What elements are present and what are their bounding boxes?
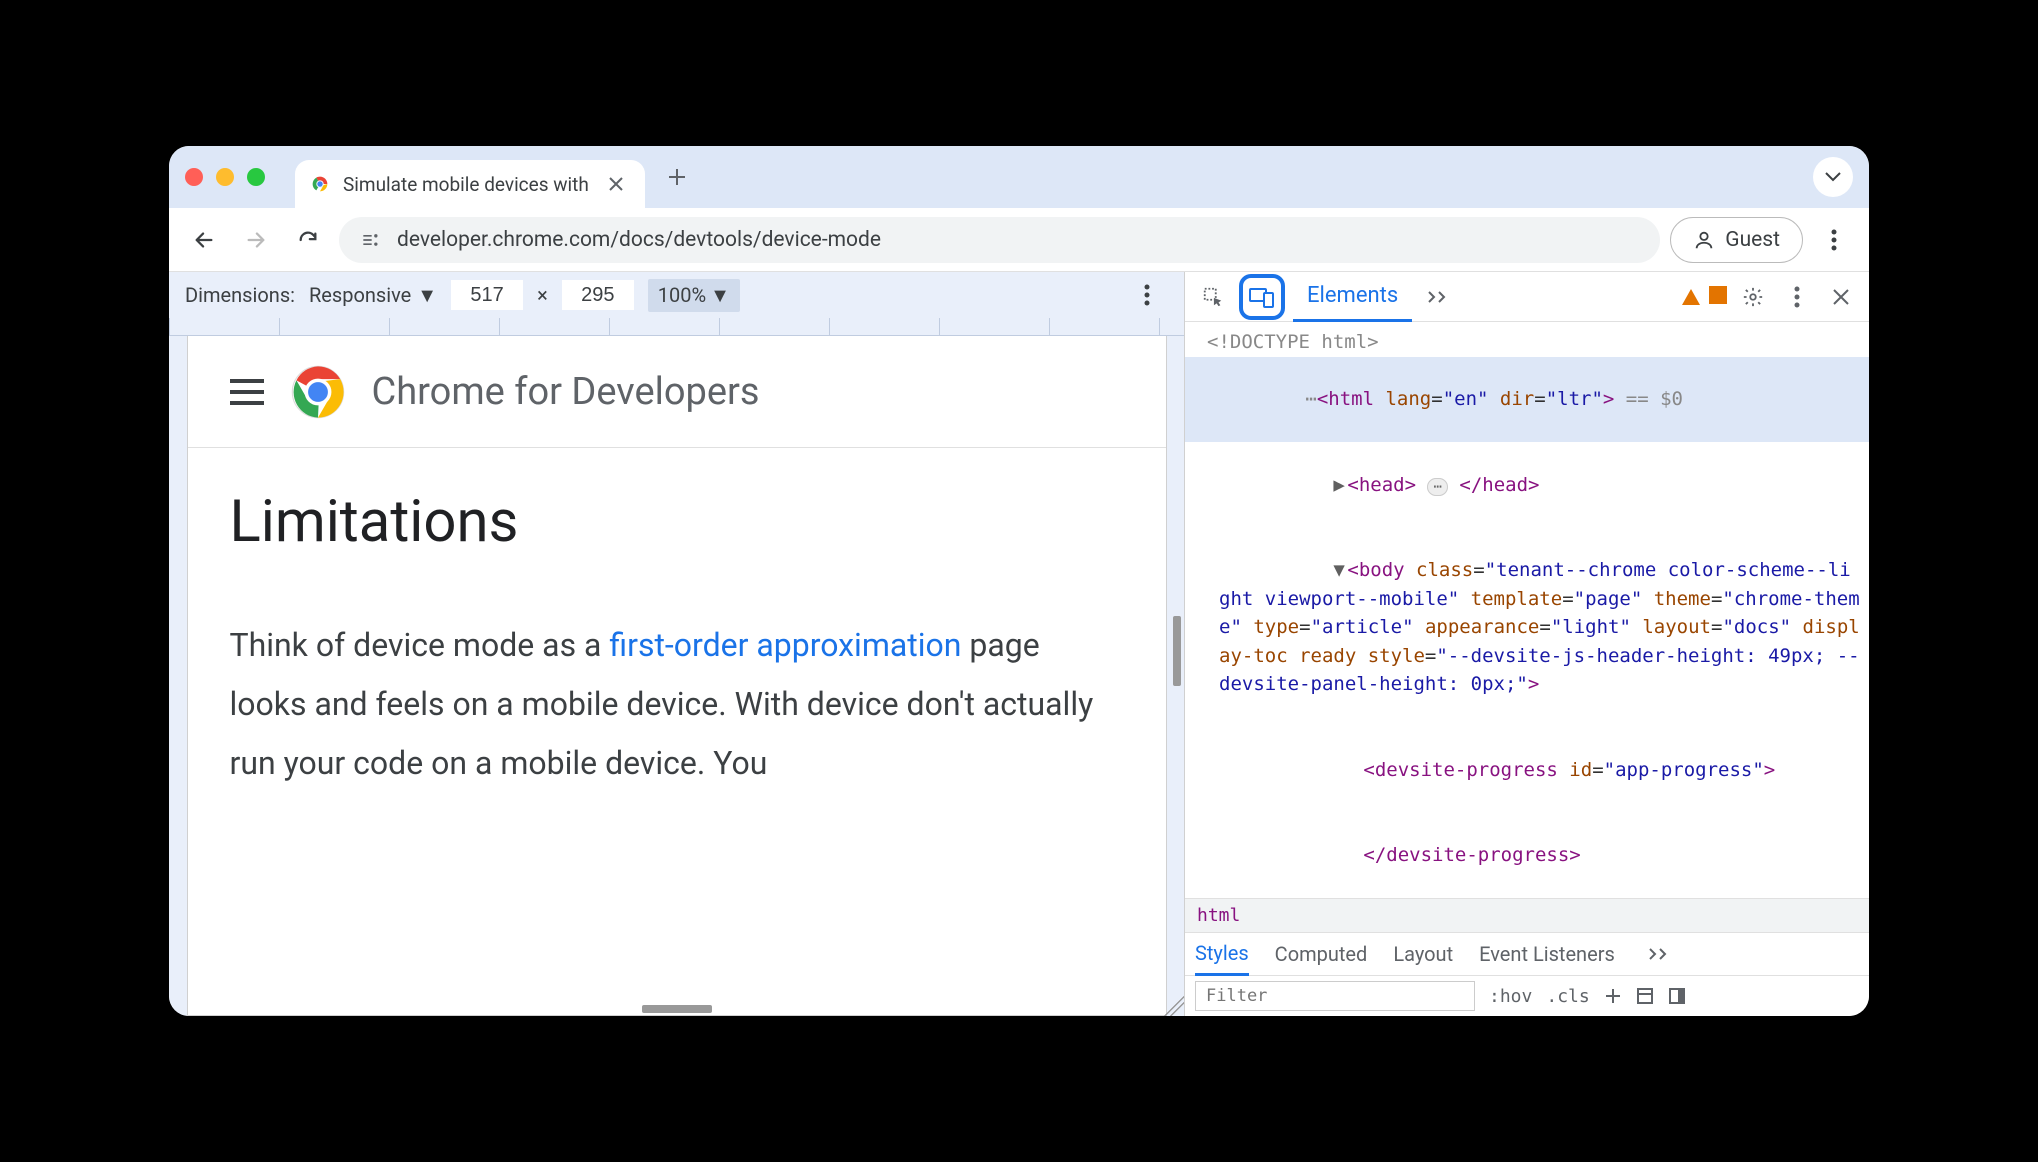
guest-icon <box>1693 229 1715 251</box>
page-heading: Limitations <box>230 488 1124 556</box>
window-controls <box>185 168 265 186</box>
chrome-favicon-icon <box>309 173 331 195</box>
styles-tab[interactable]: Styles <box>1195 932 1249 976</box>
resize-handle-bottom[interactable] <box>642 1005 712 1013</box>
close-tab-button[interactable] <box>605 173 627 195</box>
tab-strip-right <box>1813 157 1853 197</box>
ruler[interactable] <box>169 318 1184 336</box>
new-style-rule-button[interactable] <box>1604 987 1622 1005</box>
new-tab-button[interactable] <box>667 167 687 187</box>
devtools-panel: Elements <!DOC <box>1184 272 1869 1016</box>
more-styles-tabs[interactable] <box>1641 936 1677 972</box>
chrome-logo-icon <box>290 364 346 420</box>
tab-search-button[interactable] <box>1813 157 1853 197</box>
close-icon <box>1833 289 1849 305</box>
device-viewport[interactable]: Chrome for Developers Limitations Think … <box>187 336 1167 1016</box>
back-button[interactable] <box>183 219 225 261</box>
more-tabs-button[interactable] <box>1420 279 1456 315</box>
cls-toggle[interactable]: .cls <box>1546 986 1589 1007</box>
toggle-device-toolbar-button[interactable] <box>1239 274 1285 320</box>
issues-icon[interactable] <box>1709 286 1727 308</box>
tab-title: Simulate mobile devices with <box>343 173 593 196</box>
layout-tab[interactable]: Layout <box>1393 932 1453 976</box>
dom-breadcrumb[interactable]: html <box>1185 898 1869 932</box>
resize-handle-corner[interactable] <box>1164 996 1184 1016</box>
inspect-element-button[interactable] <box>1195 279 1231 315</box>
device-toolbar: Dimensions: Responsive ▼ × 100% ▼ <box>169 272 1184 318</box>
styles-filter-input[interactable] <box>1195 981 1475 1011</box>
content-area: Dimensions: Responsive ▼ × 100% ▼ <box>169 272 1869 1016</box>
dom-node[interactable]: <devsite-progress id="app-progress"> <box>1185 727 1869 813</box>
page-body: Limitations Think of device mode as a fi… <box>188 448 1166 834</box>
plus-icon <box>1604 987 1622 1005</box>
dom-node[interactable]: <!DOCTYPE html> <box>1185 328 1869 357</box>
dom-node[interactable]: ▼<body class="tenant--chrome color-schem… <box>1185 528 1869 728</box>
hamburger-menu-icon[interactable] <box>230 379 264 405</box>
resize-handle-right[interactable] <box>1173 616 1181 686</box>
styles-tabs: Styles Computed Layout Event Listeners <box>1185 932 1869 976</box>
computed-tab[interactable]: Computed <box>1275 932 1368 976</box>
close-devtools-button[interactable] <box>1823 279 1859 315</box>
approximation-link[interactable]: first-order approximation <box>609 626 961 664</box>
elements-tab[interactable]: Elements <box>1293 272 1412 322</box>
styles-toolbar: :hov .cls <box>1185 976 1869 1016</box>
browser-menu-button[interactable] <box>1813 229 1855 251</box>
page-paragraph: Think of device mode as a first-order ap… <box>230 616 1124 794</box>
dom-node-html[interactable]: ⋯<html lang="en" dir="ltr"> == $0 <box>1185 357 1869 443</box>
profile-label: Guest <box>1725 228 1780 252</box>
width-input[interactable] <box>451 280 523 310</box>
warning-icon[interactable] <box>1681 288 1701 306</box>
settings-button[interactable] <box>1735 279 1771 315</box>
gear-icon <box>1742 286 1764 308</box>
close-window-button[interactable] <box>185 168 203 186</box>
rendering-button[interactable] <box>1668 987 1686 1005</box>
page-header-title: Chrome for Developers <box>372 370 760 414</box>
device-select[interactable]: Responsive ▼ <box>309 283 437 308</box>
devtools-toolbar: Elements <box>1185 272 1869 322</box>
device-mode-pane: Dimensions: Responsive ▼ × 100% ▼ <box>169 272 1184 1016</box>
forward-button[interactable] <box>235 219 277 261</box>
page-header: Chrome for Developers <box>188 336 1166 448</box>
dom-tree[interactable]: <!DOCTYPE html> ⋯<html lang="en" dir="lt… <box>1185 322 1869 898</box>
site-settings-icon[interactable] <box>359 229 381 251</box>
browser-window: Simulate mobile devices with <box>169 146 1869 1016</box>
devtools-menu-button[interactable] <box>1779 279 1815 315</box>
tab-strip: Simulate mobile devices with <box>169 146 1869 208</box>
chevron-down-icon: ▼ <box>710 283 730 308</box>
reload-button[interactable] <box>287 219 329 261</box>
dimensions-times: × <box>537 283 548 307</box>
browser-toolbar: developer.chrome.com/docs/devtools/devic… <box>169 208 1869 272</box>
hov-toggle[interactable]: :hov <box>1489 986 1532 1007</box>
device-toolbar-menu[interactable] <box>1126 284 1168 306</box>
event-listeners-tab[interactable]: Event Listeners <box>1479 932 1615 976</box>
zoom-select[interactable]: 100% ▼ <box>648 279 740 312</box>
computed-sidebar-button[interactable] <box>1636 987 1654 1005</box>
url-text: developer.chrome.com/docs/devtools/devic… <box>397 228 881 252</box>
height-input[interactable] <box>562 280 634 310</box>
maximize-window-button[interactable] <box>247 168 265 186</box>
dimensions-label: Dimensions: <box>185 283 295 307</box>
dom-node[interactable]: </devsite-progress> <box>1185 813 1869 899</box>
dom-node[interactable]: ▶<head> ⋯ </head> <box>1185 442 1869 528</box>
chevron-down-icon: ▼ <box>417 283 437 308</box>
minimize-window-button[interactable] <box>216 168 234 186</box>
address-bar[interactable]: developer.chrome.com/docs/devtools/devic… <box>339 217 1660 263</box>
browser-tab[interactable]: Simulate mobile devices with <box>295 160 645 208</box>
profile-button[interactable]: Guest <box>1670 217 1803 263</box>
